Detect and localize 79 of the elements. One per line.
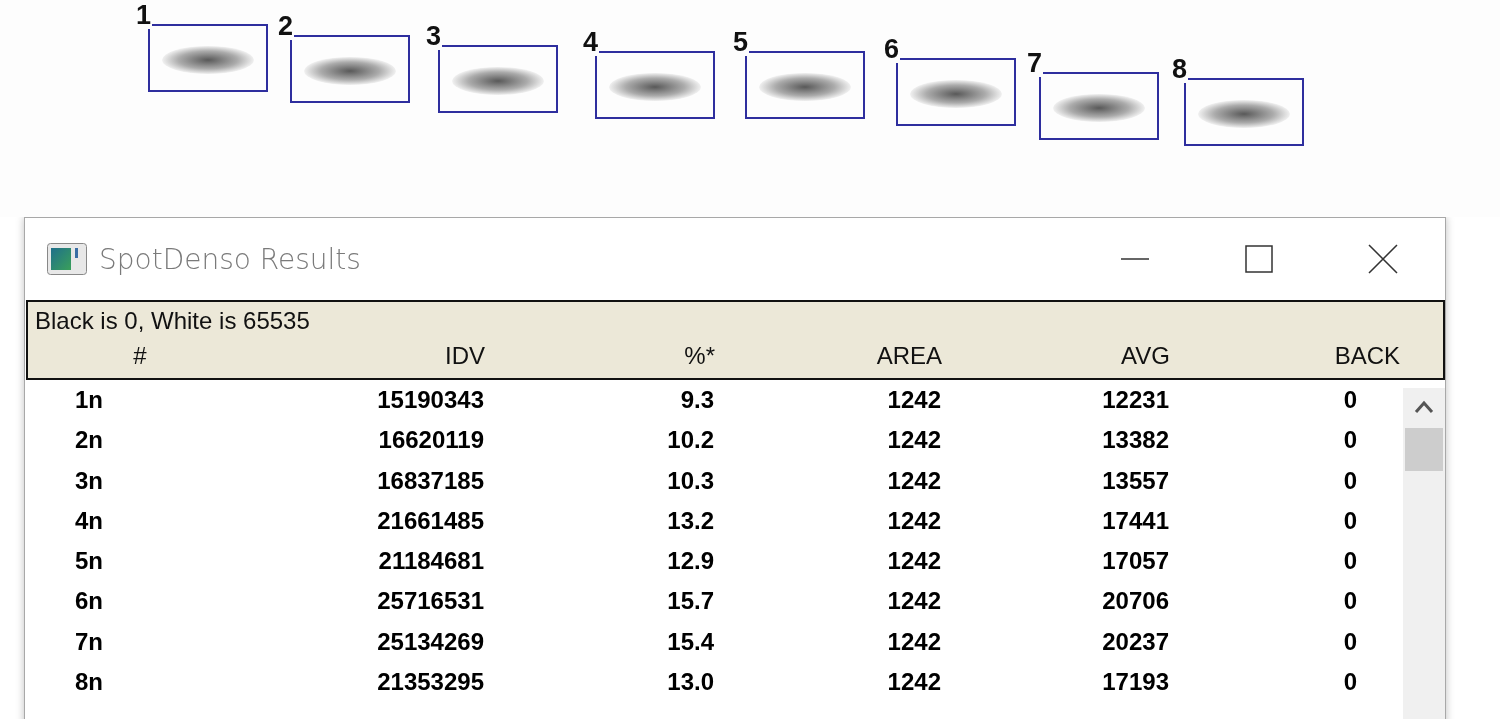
column-header: %* bbox=[683, 341, 715, 371]
table-cell-text: 1242 bbox=[886, 667, 941, 698]
table-cell-text: 13382 bbox=[1101, 425, 1169, 456]
table-cell-text: 0 bbox=[1342, 546, 1357, 577]
scale-note: Black is 0, White is 65535 bbox=[34, 306, 311, 336]
table-cell-text: 16837185 bbox=[376, 465, 484, 496]
table-cell-text: 9.3 bbox=[679, 385, 714, 415]
window-title: SpotDenso Results bbox=[99, 242, 361, 276]
lane-number: 2 bbox=[278, 13, 295, 40]
table-cell-text: 1242 bbox=[886, 505, 941, 536]
scroll-thumb[interactable] bbox=[1405, 428, 1443, 471]
table-cell-text: 13.0 bbox=[666, 667, 714, 698]
selection-box[interactable] bbox=[896, 58, 1016, 126]
table-cell-text: 0 bbox=[1342, 505, 1357, 536]
table-cell-text: 0 bbox=[1342, 667, 1357, 698]
table-cell-text: 10.3 bbox=[666, 465, 714, 496]
table-cell-text: 21184681 bbox=[377, 546, 484, 577]
table-cell-text: 20706 bbox=[1101, 586, 1169, 617]
table-cell-text: 1n bbox=[74, 385, 104, 415]
table-cell-text: 17193 bbox=[1101, 667, 1169, 698]
table-cell-text: 0 bbox=[1342, 586, 1357, 617]
lane-number: 5 bbox=[733, 29, 750, 56]
table-cell-text: 1242 bbox=[886, 626, 941, 657]
selection-box[interactable] bbox=[745, 51, 865, 119]
selection-box[interactable] bbox=[148, 24, 268, 92]
scroll-up-icon[interactable] bbox=[1414, 400, 1435, 414]
lane-number: 1 bbox=[136, 2, 153, 29]
table-cell-text: 12231 bbox=[1101, 385, 1169, 415]
close-icon bbox=[1368, 244, 1398, 274]
table-cell-text: 7n bbox=[74, 626, 104, 657]
lane-number: 8 bbox=[1172, 56, 1189, 83]
table-cell-text: 21661485 bbox=[376, 505, 484, 536]
column-header: AREA bbox=[875, 341, 942, 371]
selection-box[interactable] bbox=[595, 51, 715, 119]
table-cell-text: 0 bbox=[1342, 465, 1357, 496]
selection-box[interactable] bbox=[1039, 72, 1159, 140]
selection-box[interactable] bbox=[1184, 78, 1304, 146]
table-cell-text: 1242 bbox=[886, 586, 941, 617]
table-cell-text: 10.2 bbox=[666, 425, 714, 456]
column-header: AVG bbox=[1120, 341, 1170, 371]
table-cell-text: 1242 bbox=[886, 465, 941, 496]
table-cell-text: 0 bbox=[1342, 425, 1357, 456]
selection-box[interactable] bbox=[290, 35, 410, 103]
table-cell-text: 13.2 bbox=[666, 505, 714, 536]
table-cell-text: 17441 bbox=[1101, 505, 1169, 536]
lane-number: 6 bbox=[884, 36, 901, 63]
app-icon bbox=[47, 243, 87, 275]
column-header: # bbox=[132, 341, 148, 371]
table-cell-text: 1242 bbox=[886, 425, 941, 456]
table-cell-text: 20237 bbox=[1101, 626, 1169, 657]
table-cell-text: 12.9 bbox=[666, 546, 714, 577]
table-cell-text: 1242 bbox=[886, 385, 941, 415]
table-cell-text: 13557 bbox=[1101, 465, 1169, 496]
lane-number: 7 bbox=[1027, 50, 1044, 77]
table-cell-text: 16620119 bbox=[377, 425, 484, 456]
table-cell-text: 15.4 bbox=[666, 626, 714, 657]
table-cell-text: 2n bbox=[74, 425, 104, 456]
table-cell-text: 6n bbox=[74, 586, 104, 617]
table-cell-text: 0 bbox=[1342, 385, 1357, 415]
lane-number: 4 bbox=[583, 29, 600, 56]
table-cell-text: 25716531 bbox=[376, 586, 484, 617]
column-header: BACK bbox=[1333, 341, 1400, 371]
maximize-icon bbox=[1245, 245, 1273, 273]
table-cell-text: 4n bbox=[74, 505, 104, 536]
table-cell-text: 0 bbox=[1342, 626, 1357, 657]
table-cell-text: 15.7 bbox=[666, 586, 714, 617]
scrollbar[interactable] bbox=[1403, 388, 1445, 719]
selection-box[interactable] bbox=[438, 45, 558, 113]
table-cell-text: 21353295 bbox=[376, 667, 484, 698]
table-cell-text: 15190343 bbox=[376, 385, 484, 415]
table-cell-text: 17057 bbox=[1101, 546, 1169, 577]
lane-number: 3 bbox=[426, 23, 443, 50]
minimize-icon bbox=[1121, 257, 1149, 261]
table-cell-text: 25134269 bbox=[376, 626, 484, 657]
table-cell-text: 5n bbox=[74, 546, 104, 577]
table-cell-text: 1242 bbox=[886, 546, 941, 577]
table-cell-text: 8n bbox=[74, 667, 104, 698]
column-header: IDV bbox=[444, 341, 485, 371]
table-cell-text: 3n bbox=[74, 465, 104, 496]
